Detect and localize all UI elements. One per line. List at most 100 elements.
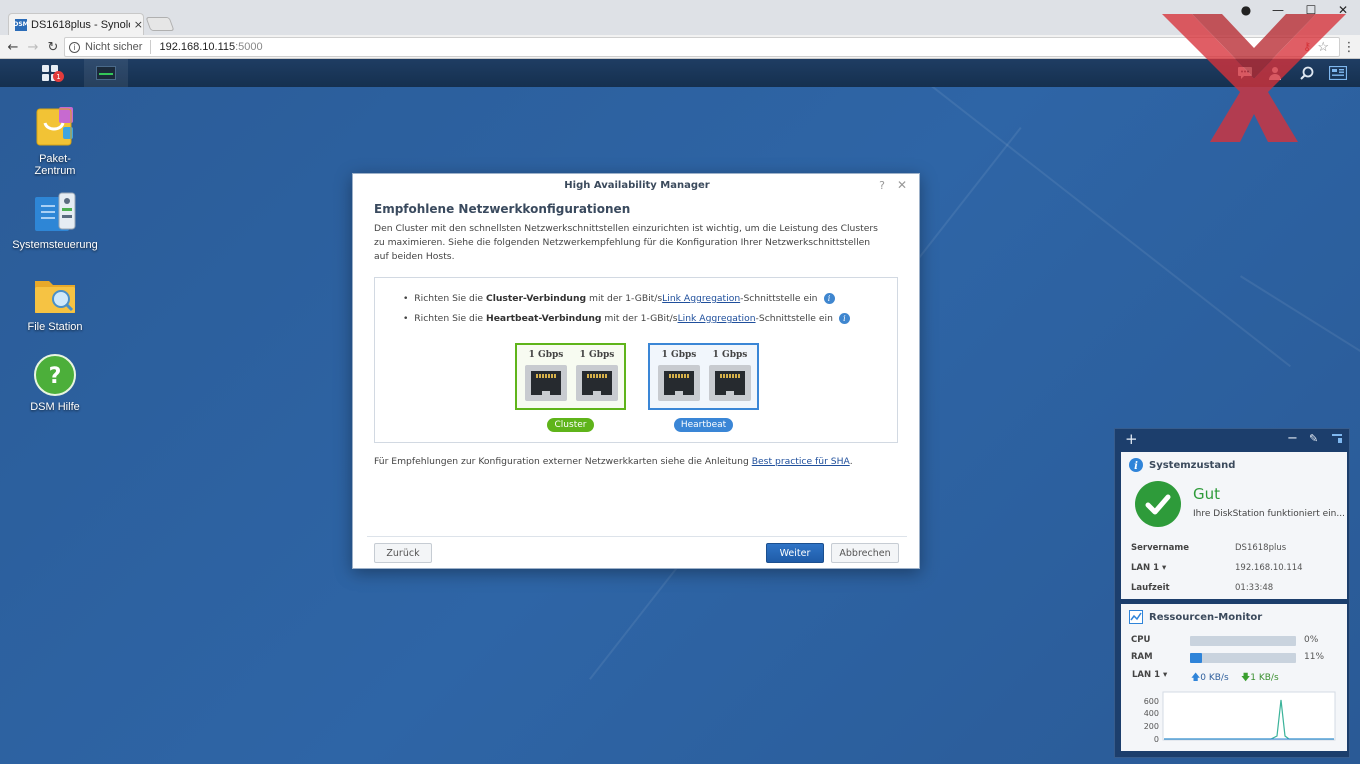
download-value: 1 KB/s — [1250, 673, 1279, 683]
link-aggregation-link[interactable]: Link Aggregation — [662, 293, 740, 304]
ram-bar-fill — [1190, 653, 1202, 663]
dialog-divider — [367, 536, 907, 537]
file-station-icon — [33, 273, 77, 317]
widget-title: Systemzustand — [1149, 460, 1236, 471]
package-center-icon — [33, 105, 77, 149]
new-tab-button[interactable] — [145, 17, 175, 31]
dialog-title: High Availability Manager — [564, 180, 710, 191]
main-menu-button[interactable]: 1 — [30, 59, 70, 87]
back-arrow-icon[interactable]: ← — [4, 38, 22, 56]
rec-text: Richten Sie die — [414, 293, 486, 304]
heartbeat-port-group: 1 Gbps 1 Gbps — [648, 343, 759, 410]
info-icon[interactable]: i — [823, 293, 835, 304]
download-speed: 🡇1 KB/s — [1241, 670, 1279, 686]
svg-text:i: i — [1134, 461, 1138, 472]
chart-tick-label: 600 — [1144, 697, 1159, 706]
browser-addressbar: ← → ↻ i Nicht sicher 192.168.10.115 :500… — [0, 35, 1360, 59]
cancel-button[interactable]: Abbrechen — [831, 543, 899, 563]
back-button[interactable]: Zurück — [374, 543, 432, 563]
url-separator — [150, 40, 152, 54]
tab-title: DS1618plus - Synology D — [31, 18, 130, 31]
upload-speed: 🡅0 KB/s — [1191, 670, 1229, 686]
ethernet-port-icon — [709, 365, 751, 401]
ethernet-port-icon — [658, 365, 700, 401]
dsm-favicon-icon: DSM — [13, 18, 29, 31]
chart-plot-area — [1162, 691, 1336, 741]
info-circle-icon[interactable]: i — [69, 41, 80, 53]
lan-dropdown[interactable]: LAN 1 ▾ — [1132, 670, 1167, 680]
forward-arrow-icon[interactable]: → — [24, 38, 42, 56]
lan-ip-value: 192.168.10.114 — [1235, 563, 1303, 573]
health-status: Gut — [1193, 485, 1221, 503]
minimize-widget-icon[interactable]: − — [1287, 432, 1298, 446]
desktop-icon-control-panel[interactable]: Systemsteuerung — [10, 191, 100, 251]
recommendation-heartbeat: • Richten Sie die Heartbeat-Verbindung m… — [403, 313, 850, 324]
taskbar-resource-monitor-app[interactable] — [84, 59, 128, 87]
desktop-icon-package-center[interactable]: Paket- Zentrum — [10, 105, 100, 177]
cluster-port-group: 1 Gbps 1 Gbps — [515, 343, 626, 410]
ethernet-port-icon — [525, 365, 567, 401]
info-icon: i — [1129, 458, 1143, 472]
desktop-icon-label: File Station — [27, 321, 83, 333]
url-host: 192.168.10.115 — [159, 41, 236, 53]
port-speed: 1 Gbps — [661, 350, 697, 360]
help-icon: ? — [33, 353, 77, 397]
download-arrow-icon: 🡇 — [1241, 673, 1251, 683]
widget-panel-toggle-icon[interactable] — [1331, 432, 1343, 448]
recommendation-cluster: • Richten Sie die Cluster-Verbindung mit… — [403, 293, 835, 304]
ram-percent: 11% — [1304, 652, 1325, 662]
best-practice-link[interactable]: Best practice für SHA — [752, 456, 850, 467]
servername-value: DS1618plus — [1235, 543, 1287, 553]
dsm-taskbar: 1 — [0, 59, 1360, 87]
browser-tabbar: DSM DS1618plus - Synology D × ● — ☐ ✕ — [0, 0, 1360, 35]
desktop-icon-label: Paket- Zentrum — [34, 153, 76, 177]
servername-label: Servername — [1131, 543, 1189, 553]
uptime-value: 01:33:48 — [1235, 583, 1274, 593]
watermark-logo — [1162, 14, 1346, 142]
desktop-icon-label: Systemsteuerung — [12, 239, 98, 251]
rec-text: mit der 1-GBit/s — [586, 293, 663, 304]
desktop-icon-file-station[interactable]: File Station — [10, 273, 100, 333]
upload-value: 0 KB/s — [1200, 673, 1229, 683]
add-widget-icon[interactable]: + — [1125, 432, 1138, 447]
chart-tick-label: 200 — [1144, 722, 1159, 731]
link-aggregation-link[interactable]: Link Aggregation — [678, 313, 756, 324]
pin-icon[interactable]: ✎ — [1309, 432, 1318, 446]
port-speed: 1 Gbps — [712, 350, 748, 360]
lan-dropdown[interactable]: LAN 1 ▾ — [1131, 563, 1166, 573]
widget-toolbar: + − ✎ — [1115, 429, 1351, 451]
desktop-icon-dsm-help[interactable]: ? DSM Hilfe — [10, 353, 100, 413]
info-icon[interactable]: i — [838, 313, 850, 324]
rec-bold: Cluster-Verbindung — [486, 293, 587, 304]
rec-bold: Heartbeat-Verbindung — [486, 313, 602, 324]
dialog-intro-text: Den Cluster mit den schnellsten Netzwerk… — [374, 223, 878, 262]
cpu-bar — [1190, 636, 1296, 646]
help-icon[interactable]: ? — [879, 179, 885, 192]
resource-monitor-widget: Ressourcen-Monitor CPU 0% RAM 11% LAN 1 … — [1121, 604, 1347, 751]
desktop-icon-label: DSM Hilfe — [30, 401, 80, 413]
security-label: Nicht sicher — [85, 41, 143, 53]
cluster-label-pill: Cluster — [547, 418, 594, 432]
chart-tick-label: 0 — [1154, 735, 1159, 744]
resource-monitor-icon — [96, 66, 116, 80]
upload-arrow-icon: 🡅 — [1191, 673, 1201, 683]
cpu-label: CPU — [1131, 635, 1151, 645]
resource-monitor-icon — [1129, 610, 1143, 624]
chart-tick-label: 400 — [1144, 709, 1159, 718]
port-speed: 1 Gbps — [579, 350, 615, 360]
next-button[interactable]: Weiter — [766, 543, 824, 563]
close-icon[interactable]: ✕ — [897, 178, 907, 192]
browser-tab[interactable]: DSM DS1618plus - Synology D × — [8, 13, 144, 35]
port-speed: 1 Gbps — [528, 350, 564, 360]
ram-label: RAM — [1131, 652, 1153, 662]
reload-icon[interactable]: ↻ — [44, 38, 62, 56]
footnote-text: Für Empfehlungen zur Konfiguration exter… — [374, 456, 752, 467]
ha-manager-dialog: High Availability Manager ? ✕ Empfohlene… — [352, 173, 920, 569]
url-input[interactable]: i Nicht sicher 192.168.10.115 :5000 ⚷ ☆ — [64, 37, 1340, 57]
rec-text: -Schnittstelle ein — [740, 293, 818, 304]
cpu-percent: 0% — [1304, 635, 1319, 645]
control-panel-icon — [33, 191, 77, 235]
tab-close-icon[interactable]: × — [134, 18, 143, 31]
health-message: Ihre DiskStation funktioniert ein... — [1193, 509, 1345, 519]
rec-text: -Schnittstelle ein — [755, 313, 833, 324]
